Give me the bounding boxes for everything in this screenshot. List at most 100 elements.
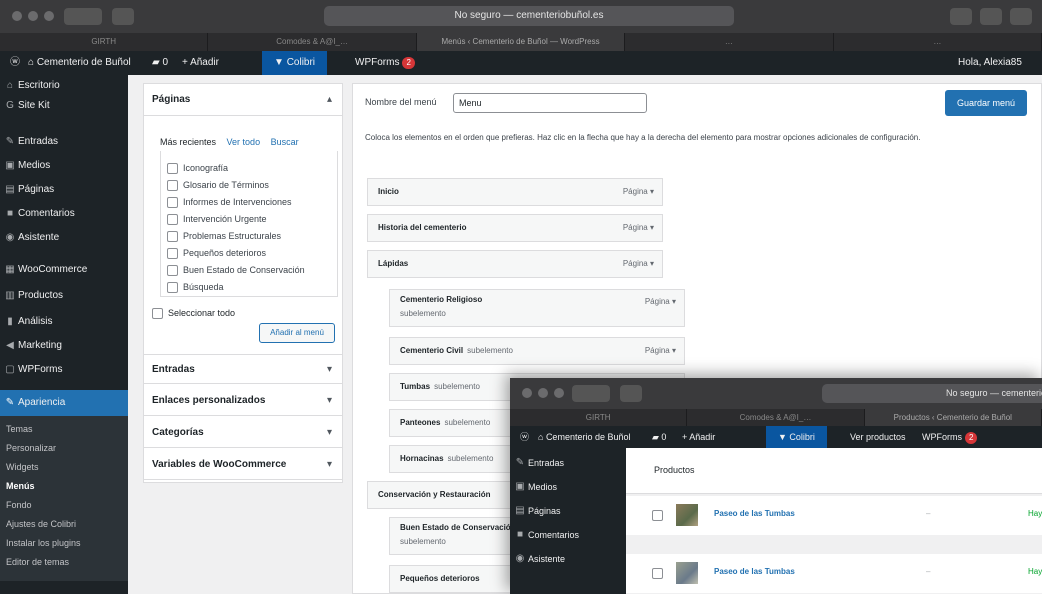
accordion-categorias[interactable]: Categorías ▾ (144, 418, 342, 448)
checkbox[interactable] (167, 163, 178, 175)
browser-tab[interactable]: … (625, 33, 834, 51)
comments-link[interactable]: ▰ 0 (152, 51, 168, 75)
browser-tab[interactable]: GIRTH (0, 33, 209, 51)
checkbox[interactable] (167, 231, 178, 243)
accordion-enlaces[interactable]: Enlaces personalizados ▾ (144, 386, 342, 416)
minimize-window-icon[interactable] (538, 388, 548, 398)
sidebar-item-marketing[interactable]: ◀ Marketing (0, 335, 128, 357)
menu-item-type[interactable]: Página ▾ (645, 290, 676, 314)
menu-item-type[interactable]: Página ▾ (623, 251, 654, 277)
add-new-link[interactable]: + Añadir (682, 426, 715, 448)
sidebar-item-wpforms[interactable]: ▢ WPForms (0, 359, 128, 381)
menu-item-type[interactable]: Página ▾ (645, 338, 676, 364)
browser-tab[interactable]: Productos ‹ Cementerio de Buñol (864, 409, 1042, 426)
browser-tab[interactable]: Comodes & A@I_… (208, 33, 417, 51)
sidebar-item-asistente[interactable]: ◉ Asistente (510, 548, 626, 570)
sidebar-item-paginas[interactable]: ▤ Páginas (0, 179, 128, 201)
product-thumbnail[interactable] (676, 504, 698, 526)
menu-item[interactable]: Cementerio Civil subelemento Página ▾ (389, 337, 685, 365)
sidebar-item-site-kit[interactable]: G Site Kit (0, 95, 128, 117)
sidebar-item-asistente[interactable]: ◉ Asistente (0, 227, 128, 249)
browser-tab[interactable]: GIRTH (510, 409, 688, 426)
sidebar-item-analisis[interactable]: ▮ Análisis (0, 311, 128, 333)
accordion-paginas[interactable]: Páginas ▴ (144, 84, 342, 116)
checkbox[interactable] (167, 282, 178, 294)
back-forward-buttons[interactable] (572, 385, 610, 402)
colibri-link[interactable]: ▼ Colibri (262, 51, 328, 75)
maximize-window-icon[interactable] (44, 11, 54, 21)
select-all-checkbox[interactable] (152, 308, 163, 320)
accordion-entradas[interactable]: Entradas ▾ (144, 354, 342, 384)
table-row[interactable]: Paseo de las Tumbas – Hay existencias (626, 554, 1042, 594)
list-item[interactable]: Buen Estado de Conservación (161, 263, 337, 280)
submenu-personalizar[interactable]: Personalizar (0, 439, 128, 458)
add-to-menu-button[interactable]: Añadir al menú (259, 323, 335, 343)
sidebar-item-medios[interactable]: ▣ Medios (510, 476, 626, 498)
product-name-link[interactable]: Paseo de las Tumbas (714, 509, 795, 518)
checkbox[interactable] (167, 214, 178, 226)
accordion-variables[interactable]: Variables de WooCommerce ▾ (144, 450, 342, 480)
close-window-icon[interactable] (522, 388, 532, 398)
account-link[interactable]: Hola, Alexia85 (958, 51, 1022, 75)
back-forward-buttons[interactable] (64, 8, 102, 25)
menu-item[interactable]: Lápidas Página ▾ (367, 250, 663, 278)
sidebar-item-entradas[interactable]: ✎ Entradas (510, 452, 626, 474)
site-name-link[interactable]: ⌂ Cementerio de Buñol (538, 426, 631, 448)
menu-item-type[interactable]: Página ▾ (623, 179, 654, 205)
overlay-url-bar[interactable]: No seguro — cementeriobuñol.es (822, 384, 1042, 403)
submenu-fondo[interactable]: Fondo (0, 496, 128, 515)
checkbox[interactable] (167, 265, 178, 277)
tab-ver-todo[interactable]: Ver todo (227, 137, 261, 147)
save-menu-button[interactable]: Guardar menú (945, 90, 1027, 116)
tabs-overview-icon[interactable] (980, 8, 1002, 25)
view-products-link[interactable]: Ver productos (850, 426, 906, 448)
menu-item[interactable]: Historia del cementerio Página ▾ (367, 214, 663, 242)
sidebar-toggle-icon[interactable] (620, 385, 642, 402)
submenu-temas[interactable]: Temas (0, 420, 128, 439)
submenu-instalar-plugins[interactable]: Instalar los plugins (0, 534, 128, 553)
select-all[interactable]: Seleccionar todo (152, 308, 235, 320)
menu-name-input[interactable]: Menu (453, 93, 647, 113)
browser-tab[interactable]: Menús ‹ Cementerio de Buñol — WordPress (416, 33, 626, 51)
sidebar-item-apariencia[interactable]: ✎ Apariencia (0, 390, 128, 416)
url-bar[interactable]: No seguro — cementeriobuñol.es (324, 6, 734, 26)
menu-item[interactable]: Inicio Página ▾ (367, 178, 663, 206)
list-item[interactable]: Pequeños deterioros (161, 246, 337, 263)
product-thumbnail[interactable] (676, 562, 698, 584)
product-name-link[interactable]: Paseo de las Tumbas (714, 567, 795, 576)
menu-item[interactable]: Cementerio Religioso subelemento Página ▾ (389, 289, 685, 327)
tab-buscar[interactable]: Buscar (271, 137, 299, 147)
sidebar-item-medios[interactable]: ▣ Medios (0, 155, 128, 177)
list-item[interactable]: Glosario de Términos (161, 178, 337, 195)
share-icon[interactable] (950, 8, 972, 25)
checkbox[interactable] (167, 180, 178, 192)
minimize-window-icon[interactable] (28, 11, 38, 21)
list-item[interactable]: Iconografía (161, 161, 337, 178)
list-item[interactable]: Intervención Urgente (161, 212, 337, 229)
browser-tab[interactable]: … (834, 33, 1042, 51)
table-row[interactable]: Paseo de las Tumbas – Hay existencias (626, 496, 1042, 536)
submenu-menus[interactable]: Menús (0, 477, 128, 496)
browser-tab[interactable]: Comodes & A@I_… (687, 409, 865, 426)
list-item[interactable]: Búsqueda (161, 280, 337, 296)
sidebar-toggle-icon[interactable] (112, 8, 134, 25)
sidebar-item-escritorio[interactable]: ⌂ Escritorio (0, 75, 128, 97)
wordpress-logo-icon[interactable]: ⓦ (10, 51, 20, 75)
tab-mas-recientes[interactable]: Más recientes (160, 137, 216, 147)
sidebar-item-paginas[interactable]: ▤ Páginas (510, 500, 626, 522)
add-new-link[interactable]: + Añadir (182, 51, 219, 75)
sidebar-item-entradas[interactable]: ✎ Entradas (0, 131, 128, 153)
new-tab-icon[interactable] (1010, 8, 1032, 25)
list-item[interactable]: Problemas Estructurales (161, 229, 337, 246)
sidebar-item-comentarios[interactable]: ■ Comentarios (0, 203, 128, 225)
sidebar-item-woocommerce[interactable]: ▦ WooCommerce (0, 259, 128, 281)
row-checkbox[interactable] (652, 568, 663, 579)
checkbox[interactable] (167, 197, 178, 209)
submenu-widgets[interactable]: Widgets (0, 458, 128, 477)
sidebar-item-productos[interactable]: ▥ Productos (0, 285, 128, 307)
menu-item-type[interactable]: Página ▾ (623, 215, 654, 241)
wordpress-logo-icon[interactable]: ⓦ (520, 426, 529, 448)
checkbox[interactable] (167, 248, 178, 260)
wpforms-link[interactable]: WPForms 2 (922, 426, 978, 448)
comments-link[interactable]: ▰ 0 (652, 426, 666, 448)
